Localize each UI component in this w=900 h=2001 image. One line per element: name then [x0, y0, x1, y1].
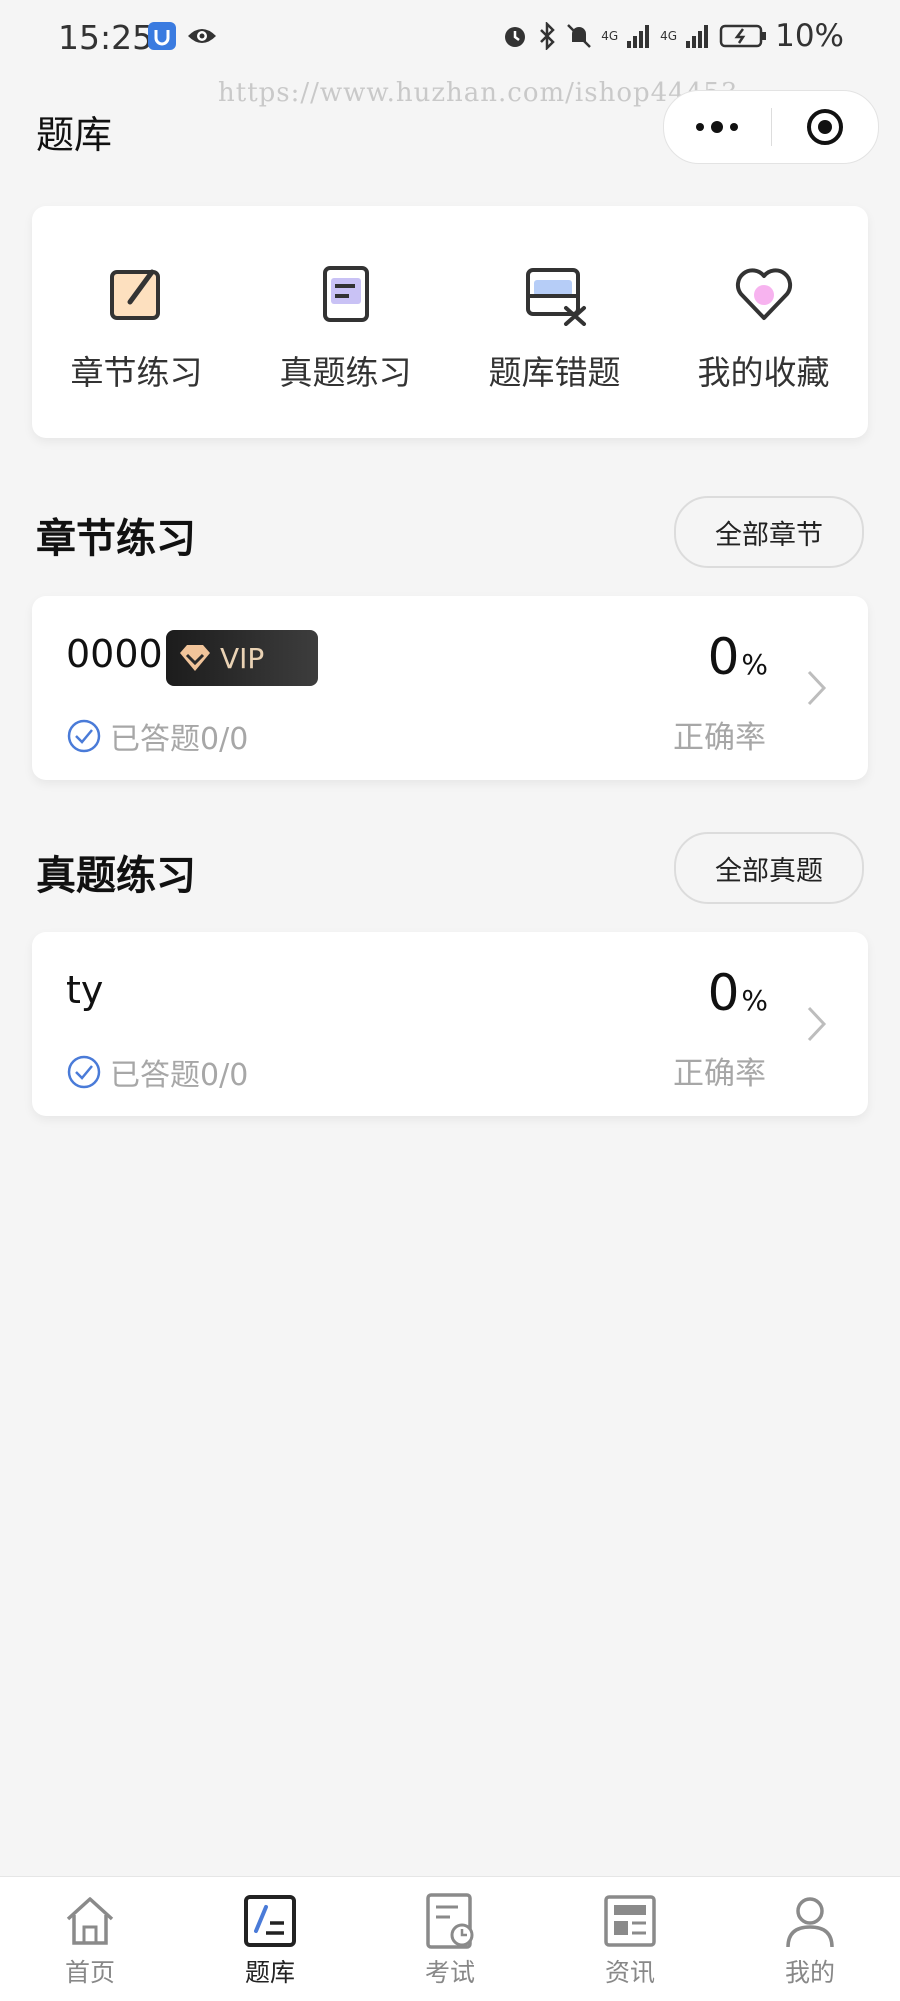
- tab-news[interactable]: 资讯: [540, 1877, 720, 2001]
- network-label-1: 4G: [601, 29, 619, 43]
- quick-wrong-label: 题库错题: [488, 353, 621, 392]
- exam-accuracy-value: 0%: [708, 964, 768, 1022]
- signal-icon-2: [686, 25, 709, 48]
- chevron-right-icon: [807, 670, 827, 706]
- bluetooth-icon: [540, 22, 555, 50]
- page-title: 题库: [36, 113, 113, 157]
- chapter-answered-text: 已答题0/0: [110, 722, 249, 757]
- exam-rate-unit: %: [741, 984, 768, 1017]
- tab-home[interactable]: 首页: [0, 1877, 180, 2001]
- quick-exam-practice[interactable]: 真题练习: [241, 206, 450, 438]
- eye-icon: [188, 29, 216, 43]
- chevron-right-icon: [807, 1006, 827, 1042]
- diamond-icon: [180, 645, 210, 671]
- home-icon: [66, 1897, 114, 1945]
- exam-answered: 已答题0/0: [66, 1050, 248, 1094]
- target-icon: [806, 109, 843, 145]
- mute-icon: [567, 24, 592, 48]
- tray-x-icon: [525, 268, 586, 326]
- network-label-2: 4G: [660, 29, 678, 43]
- signal-icon: [627, 25, 650, 48]
- alarm-icon: [505, 27, 526, 47]
- quick-wrong-questions[interactable]: 题库错题: [450, 206, 659, 438]
- check-circle-icon: [67, 1055, 101, 1089]
- chapter-accuracy-label: 正确率: [673, 720, 766, 756]
- exam-rate-number: 0: [707, 964, 740, 1022]
- tab-profile-label: 我的: [784, 1958, 835, 1987]
- tab-exam-label: 考试: [424, 1958, 475, 1987]
- tab-home-label: 首页: [64, 1958, 115, 1987]
- chapter-rate-unit: %: [741, 648, 768, 681]
- check-circle-icon: [67, 719, 101, 753]
- all-chapters-button[interactable]: 全部章节: [674, 496, 864, 568]
- status-time: 15:25: [58, 18, 154, 57]
- quick-chapter-practice[interactable]: 章节练习: [32, 206, 241, 438]
- quick-actions-card: 章节练习 真题练习 题库错题 我的收藏: [32, 206, 868, 438]
- document-icon: [322, 266, 369, 322]
- all-exams-button[interactable]: 全部真题: [674, 832, 864, 904]
- vip-badge: VIP: [166, 630, 318, 686]
- watermark: https://www.huzhan.com/ishop44453: [218, 78, 739, 108]
- chapter-item-card[interactable]: 0000 VIP 已答题0/0 0% 正确率: [32, 596, 868, 780]
- quick-favorites-label: 我的收藏: [697, 353, 830, 392]
- exam-answered-text: 已答题0/0: [110, 1058, 249, 1093]
- more-button[interactable]: [664, 91, 771, 163]
- exam-icon: [426, 1893, 474, 1949]
- exam-item-card[interactable]: ty 已答题0/0 0% 正确率: [32, 932, 868, 1116]
- tab-exam[interactable]: 考试: [360, 1877, 540, 2001]
- chapter-accuracy-value: 0%: [708, 628, 768, 686]
- chapter-section-title: 章节练习: [36, 516, 196, 562]
- quick-favorites[interactable]: 我的收藏: [659, 206, 868, 438]
- tab-news-label: 资讯: [604, 1958, 655, 1987]
- bottom-tab-bar: 首页 题库 考试 资讯 我的: [0, 1876, 900, 2001]
- edit-square-icon: [109, 269, 160, 320]
- exam-section-title: 真题练习: [36, 853, 196, 899]
- battery-icon: [719, 24, 767, 48]
- status-bar: 15:25 4G 4G 10%: [0, 0, 900, 78]
- question-bank-icon: [244, 1895, 296, 1947]
- exam-item-name: ty: [66, 968, 104, 1012]
- quick-exam-label: 真题练习: [279, 353, 412, 392]
- news-icon: [604, 1895, 656, 1947]
- shield-app-icon: [148, 22, 176, 50]
- battery-percent: 10%: [775, 18, 844, 54]
- chapter-item-name: 0000: [66, 632, 163, 676]
- profile-icon: [786, 1897, 834, 1948]
- close-mini-program-button[interactable]: [772, 91, 879, 163]
- mini-program-capsule: [663, 90, 879, 164]
- tab-question-bank-label: 题库: [244, 1958, 295, 1987]
- tab-question-bank[interactable]: 题库: [180, 1877, 360, 2001]
- tab-profile[interactable]: 我的: [720, 1877, 900, 2001]
- chapter-answered: 已答题0/0: [66, 714, 248, 758]
- exam-accuracy-label: 正确率: [673, 1056, 766, 1092]
- more-dots-icon: [696, 121, 739, 133]
- chapter-rate-number: 0: [707, 628, 740, 686]
- heart-icon: [735, 268, 792, 320]
- quick-chapter-label: 章节练习: [70, 353, 203, 392]
- vip-label: VIP: [220, 641, 265, 675]
